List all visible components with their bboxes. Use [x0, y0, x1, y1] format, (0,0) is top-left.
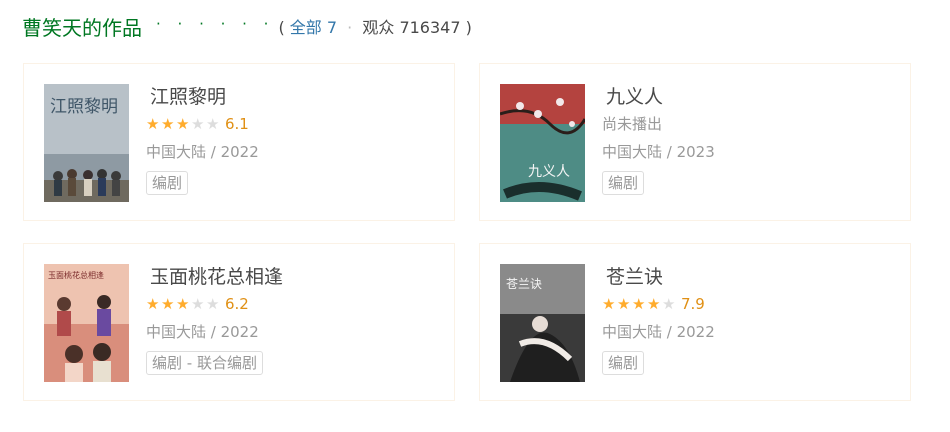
- region-year: 中国大陆 / 2023: [602, 143, 715, 161]
- region-year: 中国大陆 / 2022: [602, 323, 715, 341]
- star-icon: ★: [617, 294, 631, 313]
- work-title[interactable]: 苍兰诀: [606, 264, 900, 290]
- star-icon: ★: [146, 114, 160, 133]
- star-empty-icon: ★: [191, 114, 205, 133]
- region-year: 中国大陆 / 2022: [146, 143, 259, 161]
- poster-title: 江照黎明: [50, 97, 118, 117]
- work-title[interactable]: 江照黎明: [150, 84, 444, 110]
- star-icon: ★: [161, 114, 175, 133]
- star-empty-icon: ★: [662, 294, 676, 313]
- star-icon: ★: [602, 294, 616, 313]
- rating-row: ★ ★ ★ ★ ★ 6.2: [146, 292, 444, 316]
- star-icon: ★: [161, 294, 175, 313]
- role-tag: 编剧: [602, 351, 645, 375]
- work-card: 玉面桃花总相逢 玉面桃花总相逢 ★ ★ ★ ★ ★ 6.2 中国大陆 / 202…: [23, 243, 455, 401]
- open-paren: (: [278, 18, 285, 37]
- poster-title: 玉面桃花总相逢: [48, 270, 104, 280]
- star-empty-icon: ★: [206, 294, 220, 313]
- work-card: 苍兰诀 苍兰诀 ★ ★ ★ ★ ★ 7.9 中国大陆 / 2022 编剧: [479, 243, 911, 401]
- rating-stars: ★ ★ ★ ★ ★: [146, 114, 221, 133]
- poster-jiu-yi-ren[interactable]: 九义人: [500, 84, 585, 202]
- work-title[interactable]: 九义人: [606, 84, 900, 110]
- works-meta: ( 全部 7 · 观众 716347 ): [278, 14, 471, 38]
- poster-image: 江照黎明: [44, 84, 129, 202]
- poster-yumian-taohua[interactable]: 玉面桃花总相逢: [44, 264, 129, 382]
- meta-separator: ·: [347, 18, 353, 37]
- role-tag: 编剧: [602, 171, 645, 195]
- star-icon: ★: [176, 294, 190, 313]
- work-title[interactable]: 玉面桃花总相逢: [150, 264, 444, 290]
- rating-score: 7.9: [681, 295, 705, 313]
- region-year: 中国大陆 / 2022: [146, 323, 259, 341]
- poster-image: 苍兰诀: [500, 264, 585, 382]
- poster-title: 苍兰诀: [506, 277, 542, 291]
- star-icon: ★: [176, 114, 190, 133]
- role-tag: 编剧 - 联合编剧: [146, 351, 263, 375]
- title-dots: · · · · · ·: [156, 15, 275, 33]
- all-works-link[interactable]: 全部 7: [290, 18, 337, 37]
- star-icon: ★: [146, 294, 160, 313]
- close-paren: ): [465, 18, 472, 37]
- section-title[interactable]: 曹笑天的作品: [22, 12, 142, 41]
- rating-row: ★ ★ ★ ★ ★ 6.1: [146, 112, 444, 136]
- poster-title: 九义人: [528, 164, 570, 180]
- poster-canglan-jue[interactable]: 苍兰诀: [500, 264, 585, 382]
- star-empty-icon: ★: [191, 294, 205, 313]
- rating-row: ★ ★ ★ ★ ★ 7.9: [602, 292, 900, 316]
- work-card: 九义人 九义人 尚未播出 中国大陆 / 2023 编剧: [479, 63, 911, 221]
- role-tag: 编剧: [146, 171, 189, 195]
- poster-jiangzhao-liming[interactable]: 江照黎明: [44, 84, 129, 202]
- star-icon: ★: [632, 294, 646, 313]
- rating-stars: ★ ★ ★ ★ ★: [146, 294, 221, 313]
- star-icon: ★: [647, 294, 661, 313]
- rating-score: 6.2: [225, 295, 249, 313]
- star-empty-icon: ★: [206, 114, 220, 133]
- work-card: 江照黎明 江照黎明 ★ ★ ★ ★ ★ 6.1 中国大陆 / 2022 编剧: [23, 63, 455, 221]
- works-header: 曹笑天的作品 · · · · · · ( 全部 7 · 观众 716347 ): [22, 10, 472, 42]
- rating-stars: ★ ★ ★ ★ ★: [602, 294, 677, 313]
- air-status: 尚未播出: [602, 115, 663, 133]
- poster-image: 九义人: [500, 84, 585, 202]
- audience-count: 观众 716347: [362, 18, 461, 37]
- poster-image: 玉面桃花总相逢: [44, 264, 129, 382]
- rating-score: 6.1: [225, 115, 249, 133]
